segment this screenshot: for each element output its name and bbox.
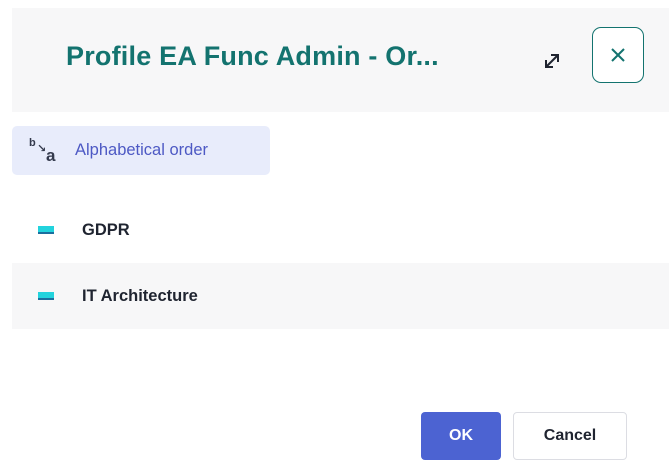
dialog-title: Profile EA Func Admin - Or...: [66, 41, 439, 71]
object-type-icon: [38, 226, 54, 234]
sort-alphabetical-icon: b ↘ a: [29, 136, 56, 165]
dialog-header: Profile EA Func Admin - Or...: [12, 8, 669, 112]
close-icon: [611, 48, 625, 62]
list-item-it-architecture[interactable]: IT Architecture: [12, 263, 669, 329]
ok-button[interactable]: OK: [421, 412, 501, 460]
list-item-label: GDPR: [82, 220, 130, 239]
object-type-icon: [38, 292, 54, 300]
list-item-label: IT Architecture: [82, 286, 198, 305]
close-button[interactable]: [592, 27, 644, 83]
order-dialog: Profile EA Func Admin - Or... b ↘ a Alph…: [0, 0, 669, 460]
expand-icon[interactable]: [539, 48, 565, 74]
cancel-button[interactable]: Cancel: [513, 412, 627, 460]
list-item-gdpr[interactable]: GDPR: [12, 197, 669, 263]
alphabetical-order-button[interactable]: b ↘ a Alphabetical order: [12, 126, 270, 175]
sort-label: Alphabetical order: [75, 141, 208, 159]
